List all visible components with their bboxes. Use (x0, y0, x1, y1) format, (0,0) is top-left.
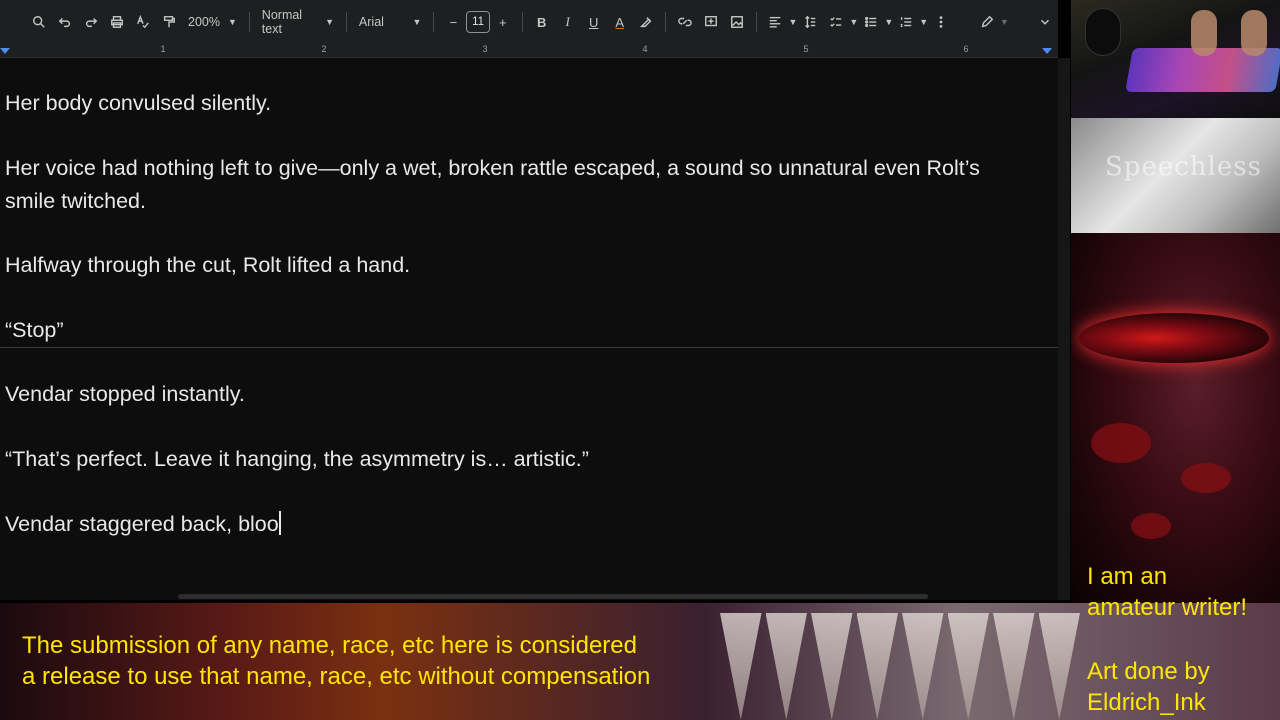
font-select[interactable]: Arial ▼ (353, 9, 428, 35)
zoom-select[interactable]: 200% ▼ (182, 9, 243, 35)
align-left-icon[interactable] (762, 9, 788, 35)
text-line: Eldrich_Ink (1087, 689, 1206, 716)
blood-splatter (1181, 463, 1231, 493)
chevron-down-icon: ▼ (325, 17, 335, 27)
zoom-value: 200% (188, 15, 220, 29)
hand-image (1191, 10, 1217, 56)
blood-splatter (1131, 513, 1171, 539)
paragraph[interactable]: Vendar stopped instantly. (5, 378, 1045, 411)
font-size-input[interactable]: 11 (466, 11, 490, 33)
teeth-art (720, 613, 1080, 720)
highlight-pen-icon[interactable] (633, 9, 659, 35)
ruler-tick: 2 (321, 44, 327, 54)
chevron-down-icon: ▼ (412, 17, 422, 27)
webcam-overlay (1071, 0, 1280, 118)
bulleted-list-icon[interactable] (858, 9, 884, 35)
chevron-down-icon: ▼ (227, 17, 237, 27)
toolbar-divider (248, 12, 250, 32)
music-title: Speechless (1105, 152, 1262, 182)
underline-button[interactable]: U (581, 9, 607, 35)
paragraph[interactable]: Her voice had nothing left to give—only … (5, 152, 1005, 218)
amateur-writer-text: I am an amateur writer! (1087, 561, 1247, 623)
red-eye-art (1079, 313, 1269, 363)
undo-icon[interactable] (52, 9, 78, 35)
toolbar-divider (755, 12, 757, 32)
ruler-tick: 1 (160, 44, 166, 54)
art-credit-text: Art done by Eldrich_Ink (1087, 656, 1210, 718)
vertical-scrollbar[interactable] (1058, 58, 1070, 600)
ruler-tick: 6 (963, 44, 969, 54)
ruler-tick: 4 (642, 44, 648, 54)
text-color-button[interactable]: A (607, 9, 633, 35)
notice-line: The submission of any name, race, etc he… (22, 632, 637, 659)
right-indent-marker[interactable] (1042, 48, 1052, 54)
horizontal-scrollbar[interactable] (178, 594, 928, 599)
decrease-font-size-button[interactable]: − (440, 9, 466, 35)
mouse-image (1085, 8, 1121, 56)
music-overlay: Speechless (1071, 118, 1280, 233)
paragraph-style-select[interactable]: Normal text ▼ (256, 8, 340, 36)
document-canvas[interactable]: Her body convulsed silently. Her voice h… (0, 58, 1058, 600)
chevron-down-icon[interactable]: ▼ (1000, 17, 1009, 27)
font-value: Arial (358, 15, 384, 29)
ruler-tick: 3 (482, 44, 488, 54)
increase-font-size-button[interactable]: + (490, 9, 516, 35)
paragraph-style-value: Normal text (261, 8, 303, 36)
toolbar-divider (664, 12, 666, 32)
toolbar-divider (346, 12, 347, 32)
left-indent-marker[interactable] (0, 48, 10, 54)
link-icon[interactable] (672, 9, 698, 35)
bold-button[interactable]: B (529, 9, 555, 35)
text-line: I am an (1087, 563, 1168, 590)
paragraph[interactable]: “Stop” (5, 314, 1045, 347)
ruler-tick: 5 (803, 44, 809, 54)
search-menus-icon[interactable] (26, 9, 52, 35)
redo-icon[interactable] (78, 9, 104, 35)
docs-toolbar: 200% ▼ Normal text ▼ Arial ▼ − 11 + B I U A… (0, 0, 1058, 44)
paragraph[interactable]: Her body convulsed silently. (5, 87, 1045, 120)
add-comment-icon[interactable] (698, 9, 724, 35)
toolbar-divider (521, 12, 523, 32)
paragraph-text: Vendar staggered back, bloo (5, 512, 279, 536)
italic-button[interactable]: I (555, 9, 581, 35)
notice-line: a release to use that name, race, etc wi… (22, 663, 651, 690)
spellcheck-icon[interactable] (130, 9, 156, 35)
editing-mode-pencil-icon[interactable] (974, 9, 1000, 35)
toolbar-divider (433, 12, 435, 32)
chevron-down-icon[interactable]: ▼ (788, 17, 797, 27)
submission-notice: The submission of any name, race, etc he… (22, 630, 650, 692)
active-paragraph[interactable]: Vendar staggered back, bloo (5, 508, 1045, 541)
ruler[interactable]: 1 2 3 4 5 6 (0, 44, 1058, 58)
paragraph[interactable]: “That’s perfect. Leave it hanging, the a… (5, 443, 1045, 476)
text-line: Art done by (1087, 658, 1210, 685)
numbered-list-icon[interactable] (893, 9, 919, 35)
artwork-overlay (1071, 233, 1280, 603)
page-break (0, 347, 1058, 348)
print-icon[interactable] (104, 9, 130, 35)
hand-image (1241, 10, 1267, 56)
text-cursor (278, 511, 281, 535)
paint-format-icon[interactable] (156, 9, 182, 35)
more-options-icon[interactable] (928, 9, 954, 35)
chevron-down-icon[interactable]: ▼ (919, 17, 928, 27)
checklist-icon[interactable] (823, 9, 849, 35)
paragraph[interactable]: Halfway through the cut, Rolt lifted a h… (5, 249, 1045, 282)
blood-splatter (1091, 423, 1151, 463)
insert-image-icon[interactable] (724, 9, 750, 35)
line-spacing-icon[interactable] (797, 9, 823, 35)
text-line: amateur writer! (1087, 594, 1248, 621)
chevron-down-icon[interactable]: ▼ (849, 17, 858, 27)
collapse-toolbar-icon[interactable] (1032, 9, 1058, 35)
chevron-down-icon[interactable]: ▼ (884, 17, 893, 27)
